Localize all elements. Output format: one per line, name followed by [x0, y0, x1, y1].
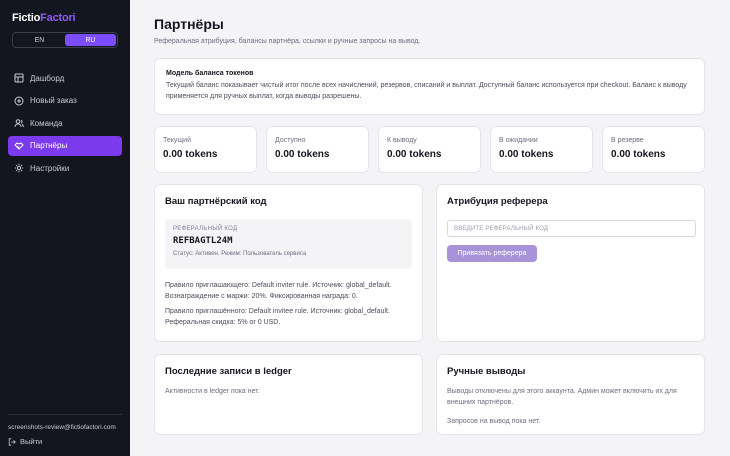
referral-code-label: РЕФЕРАЛЬНЫЙ КОД: [173, 226, 238, 232]
stat-label: В резерве: [611, 137, 644, 144]
sidebar-divider: [8, 414, 122, 415]
lang-ru-button[interactable]: RU: [65, 34, 116, 46]
referral-code-status: Статус: Активен. Режим: Пользователь сер…: [173, 251, 307, 257]
ledger-card: Последние записи в ledger Активности в l…: [154, 354, 423, 435]
logout-label: Выйти: [20, 437, 43, 446]
stat-label: В ожидании: [499, 137, 538, 144]
sidebar-item-settings[interactable]: Настройки: [8, 158, 122, 178]
ledger-card-title: Последние записи в ledger: [165, 366, 292, 377]
inviter-rule-text: Правило приглашающего: Default inviter r…: [165, 282, 392, 300]
referral-card-title: Ваш партнёрский код: [165, 196, 267, 207]
invitee-rule-text: Правило приглашённого: Default invitee r…: [165, 308, 390, 326]
sidebar-item-label: Дашборд: [30, 73, 65, 83]
stat-label: К выводу: [387, 137, 417, 144]
stat-card-current: Текущий 0.00 tokens: [154, 126, 257, 173]
sidebar-item-label: Команда: [30, 118, 63, 128]
stat-card-reserved: В резерве 0.00 tokens: [602, 126, 705, 173]
referrer-attribution-card: Атрибуция реферера ВВЕДИТЕ РЕФЕРАЛЬНЫЙ К…: [436, 184, 705, 342]
logout-button[interactable]: Выйти: [8, 437, 42, 446]
dashboard-icon: [14, 73, 24, 83]
lang-en-button[interactable]: EN: [14, 34, 65, 46]
stat-card-available: Доступно 0.00 tokens: [266, 126, 369, 173]
gear-icon: [14, 163, 24, 173]
logo-text-primary: Fictio: [12, 12, 41, 24]
users-icon: [14, 118, 24, 128]
stat-value: 0.00 tokens: [275, 149, 330, 160]
sidebar-item-partners[interactable]: Партнёры: [8, 135, 122, 156]
page-title: Партнёры: [154, 16, 224, 32]
stat-label: Доступно: [275, 137, 306, 144]
app-logo[interactable]: FictioFactori: [12, 12, 76, 24]
stat-card-pending: В ожидании 0.00 tokens: [490, 126, 593, 173]
stat-card-withdrawable: К выводу 0.00 tokens: [378, 126, 481, 173]
page-subtitle: Реферальная атрибуция, балансы партнёра,…: [154, 38, 421, 45]
logout-icon: [8, 437, 16, 446]
withdrawals-disabled-text: Выводы отключены для этого аккаунта. Адм…: [447, 388, 677, 406]
withdrawals-card-title: Ручные выводы: [447, 366, 526, 377]
stat-value: 0.00 tokens: [499, 149, 554, 160]
sidebar-item-dashboard[interactable]: Дашборд: [8, 68, 122, 88]
stat-value: 0.00 tokens: [611, 149, 666, 160]
manual-withdrawals-card: Ручные выводы Выводы отключены для этого…: [436, 354, 705, 435]
language-switcher: EN RU: [12, 32, 118, 48]
referral-code-input[interactable]: ВВЕДИТЕ РЕФЕРАЛЬНЫЙ КОД: [447, 220, 696, 237]
sidebar-item-new-order[interactable]: Новый заказ: [8, 91, 122, 111]
bind-referrer-button[interactable]: Привязать реферера: [447, 245, 537, 262]
main-content: Партнёры Реферальная атрибуция, балансы …: [130, 0, 730, 456]
sidebar: FictioFactori EN RU Дашборд Новый заказ …: [0, 0, 130, 456]
sidebar-item-team[interactable]: Команда: [8, 113, 122, 133]
referral-code-card: Ваш партнёрский код РЕФЕРАЛЬНЫЙ КОД REFB…: [154, 184, 423, 342]
sidebar-item-label: Настройки: [30, 163, 70, 173]
ledger-empty-text: Активности в ledger пока нет.: [165, 388, 260, 395]
referral-code-value[interactable]: REFBAGTL24M: [173, 236, 404, 246]
plus-circle-icon: [14, 96, 24, 106]
sidebar-item-label: Партнёры: [30, 141, 68, 150]
user-email: screenshots-review@fictiofactori.com: [8, 424, 116, 431]
token-balance-model-card: Модель баланса токенов Текущий баланс по…: [154, 58, 705, 115]
logo-text-accent: Factori: [40, 12, 76, 24]
stat-value: 0.00 tokens: [163, 149, 218, 160]
stat-label: Текущий: [163, 137, 191, 144]
sidebar-nav: Дашборд Новый заказ Команда Партнёры Нас…: [8, 68, 122, 181]
referral-code-box: РЕФЕРАЛЬНЫЙ КОД REFBAGTL24M Статус: Акти…: [165, 219, 412, 269]
partners-icon: [14, 141, 24, 151]
withdrawals-empty-text: Запросов на вывод пока нет.: [447, 418, 541, 425]
sidebar-item-label: Новый заказ: [30, 96, 77, 105]
model-card-title: Модель баланса токенов: [166, 70, 254, 77]
attribution-card-title: Атрибуция реферера: [447, 196, 548, 207]
model-card-text: Текущий баланс показывает чистый итог по…: [166, 82, 687, 100]
stat-value: 0.00 tokens: [387, 149, 442, 160]
